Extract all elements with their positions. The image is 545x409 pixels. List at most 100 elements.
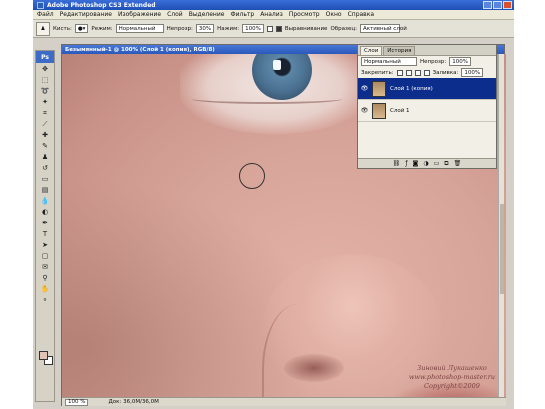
blur-tool-icon[interactable]: 💧	[38, 196, 52, 206]
close-button[interactable]	[503, 1, 512, 9]
move-tool-icon[interactable]: ✥	[38, 64, 52, 74]
blend-mode-value: Нормальный	[364, 58, 401, 65]
blend-mode-select[interactable]: Нормальный	[361, 57, 417, 66]
foreground-color-swatch[interactable]	[39, 351, 48, 360]
healing-tool-icon[interactable]: ✚	[38, 130, 52, 140]
minimize-button[interactable]	[483, 1, 492, 9]
lasso-tool-icon[interactable]: ➰	[38, 86, 52, 96]
brush-tool-icon[interactable]: ✎	[38, 141, 52, 151]
pressure-value: 100%	[245, 25, 261, 32]
clone-stamp-icon: ♟	[40, 25, 46, 32]
eraser-tool-icon[interactable]: ▭	[38, 174, 52, 184]
clone-stamp-tool-icon[interactable]: ♟	[38, 152, 52, 162]
tab-layers[interactable]: Слои	[360, 46, 383, 55]
lock-transparency-icon[interactable]	[396, 69, 403, 76]
watermark: Зиновий Лукашенко www.photoshop-master.r…	[402, 364, 502, 391]
layer-opacity-field[interactable]: 100%	[449, 57, 471, 66]
lock-pixels-icon[interactable]	[405, 69, 412, 76]
zoom-tool-icon[interactable]: ⚬	[38, 295, 52, 305]
adjustment-layer-icon[interactable]: ◑	[423, 160, 428, 167]
new-layer-icon[interactable]: ⧉	[444, 160, 448, 168]
eyedropper-tool-icon[interactable]: ⚲	[38, 273, 52, 283]
menu-view[interactable]: Просмотр	[289, 11, 320, 18]
brush-picker[interactable]: ●▾	[74, 24, 89, 33]
lower-lashes	[192, 94, 342, 104]
align-checkbox[interactable]	[275, 25, 282, 32]
magic-wand-tool-icon[interactable]: ✦	[38, 97, 52, 107]
notes-tool-icon[interactable]: ✉	[38, 262, 52, 272]
zoom-field[interactable]: 100 %	[65, 398, 89, 406]
tool-preset-picker[interactable]: ♟	[36, 21, 50, 36]
shape-tool-icon[interactable]: ▢	[38, 251, 52, 261]
title-bar: Adobe Photoshop CS3 Extended	[33, 0, 514, 10]
lock-position-icon[interactable]	[414, 69, 421, 76]
window-controls	[483, 1, 512, 9]
path-selection-tool-icon[interactable]: ➤	[38, 240, 52, 250]
menu-file[interactable]: Файл	[37, 11, 54, 18]
menu-window[interactable]: Окно	[326, 11, 342, 18]
app-window: Adobe Photoshop CS3 Extended Файл Редакт…	[33, 0, 514, 409]
lock-all-icon[interactable]	[423, 69, 430, 76]
menu-help[interactable]: Справка	[348, 11, 374, 18]
mode-value: Нормальный	[118, 25, 156, 32]
pressure-label: Нажим:	[217, 25, 240, 32]
delete-layer-icon[interactable]: 🗑	[454, 160, 462, 167]
pressure-field[interactable]: 100%	[242, 24, 264, 33]
menu-filter[interactable]: Фильтр	[230, 11, 254, 18]
menu-layer[interactable]: Слой	[167, 11, 183, 18]
slice-tool-icon[interactable]: ⟋	[38, 119, 52, 129]
blend-row: Нормальный Непрозр: 100%	[358, 56, 496, 67]
hand-tool-icon[interactable]: ✋	[38, 284, 52, 294]
history-brush-tool-icon[interactable]: ↺	[38, 163, 52, 173]
sample-label: Образец:	[330, 25, 357, 32]
maximize-button[interactable]	[493, 1, 502, 9]
layer-thumbnail	[372, 80, 386, 97]
opacity-value: 30%	[198, 25, 212, 32]
layer-thumbnail	[372, 102, 386, 119]
dodge-tool-icon[interactable]: ◐	[38, 207, 52, 217]
scrollbar-thumb[interactable]	[500, 204, 504, 294]
photoshop-app-icon	[37, 1, 44, 9]
panel-tabs: Слои История	[358, 45, 496, 56]
airbrush-toggle[interactable]	[266, 25, 273, 32]
mode-label: Режим:	[91, 25, 113, 32]
vertical-scrollbar[interactable]	[498, 54, 504, 397]
opacity-field[interactable]: 30%	[195, 24, 215, 33]
layer-opacity-value: 100%	[452, 58, 468, 65]
layer-row-base[interactable]: 👁 Слой 1	[358, 100, 496, 122]
type-tool-icon[interactable]: T	[38, 229, 52, 239]
menu-analysis[interactable]: Анализ	[260, 11, 283, 18]
toolbox: Ps ✥ ⬚ ➰ ✦ ⌗ ⟋ ✚ ✎ ♟ ↺ ▭ ▤ 💧 ◐ ✒ T ➤ ▢ ✉…	[35, 50, 55, 402]
brush-label: Кисть:	[53, 25, 72, 32]
tab-history[interactable]: История	[383, 46, 416, 55]
menu-image[interactable]: Изображение	[118, 11, 161, 18]
gradient-tool-icon[interactable]: ▤	[38, 185, 52, 195]
watermark-url: www.photoshop-master.ru	[408, 373, 496, 381]
new-group-icon[interactable]: ▭	[434, 160, 440, 167]
fill-label: Заливка:	[432, 69, 459, 76]
menu-select[interactable]: Выделение	[189, 11, 225, 18]
marquee-tool-icon[interactable]: ⬚	[38, 75, 52, 85]
mode-select[interactable]: Нормальный	[115, 24, 164, 33]
visibility-eye-icon[interactable]: 👁	[361, 107, 369, 114]
brush-cursor-icon	[239, 163, 265, 189]
crop-tool-icon[interactable]: ⌗	[38, 108, 52, 118]
pen-tool-icon[interactable]: ✒	[38, 218, 52, 228]
visibility-eye-icon[interactable]: 👁	[361, 85, 369, 92]
menu-bar: Файл Редактирование Изображение Слой Выд…	[33, 10, 514, 20]
layer-opacity-label: Непрозр:	[420, 58, 447, 65]
sample-select[interactable]: Активный слой	[359, 24, 407, 33]
fill-value: 100%	[464, 69, 481, 76]
layers-panel: Слои История Нормальный Непрозр: 100% За…	[357, 44, 497, 169]
fill-field[interactable]: 100%	[461, 68, 484, 77]
layer-row-copy[interactable]: 👁 Слой 1 (копия)	[358, 78, 496, 100]
link-layers-icon[interactable]: ⛓	[393, 160, 401, 167]
layer-style-icon[interactable]: ƒ	[405, 160, 407, 167]
layer-mask-icon[interactable]: ◙	[413, 160, 419, 167]
menu-edit[interactable]: Редактирование	[60, 11, 112, 18]
watermark-copyright: Copyright©2009	[424, 382, 480, 390]
options-bar: ♟ Кисть: ●▾ Режим: Нормальный Непрозр: 3…	[33, 20, 514, 38]
doc-info: Док: 36,0M/36,0M	[108, 399, 159, 405]
nostril	[284, 354, 344, 382]
brush-dot-icon: ●▾	[77, 25, 86, 32]
